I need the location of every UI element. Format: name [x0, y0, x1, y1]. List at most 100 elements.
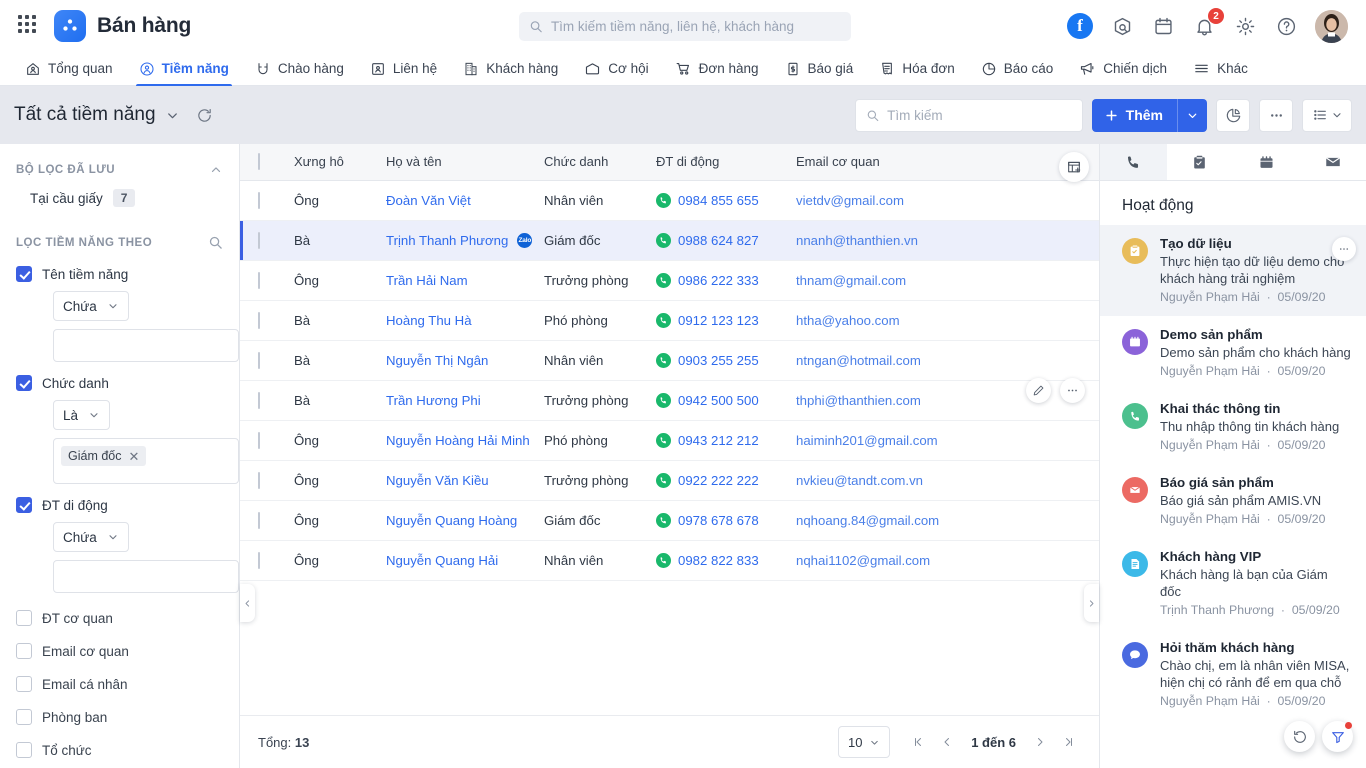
- email-link[interactable]: nnanh@thanthien.vn: [796, 233, 918, 248]
- list-view-button[interactable]: [1302, 98, 1352, 132]
- app-logo[interactable]: [54, 10, 86, 42]
- nav-tab-tiem-nang[interactable]: Tiềm năng: [126, 52, 242, 86]
- row-checkbox[interactable]: [258, 351, 260, 369]
- row-checkbox[interactable]: [258, 191, 260, 209]
- saved-filter-item[interactable]: Tại cầu giấy 7: [16, 180, 223, 216]
- lead-name-link[interactable]: Nguyễn Thị Ngân: [386, 353, 488, 368]
- bell-icon[interactable]: 2: [1192, 8, 1224, 38]
- column-header-email[interactable]: Email cơ quan: [788, 144, 1055, 181]
- filter-checkbox[interactable]: [16, 266, 32, 282]
- global-search[interactable]: [519, 12, 851, 41]
- nav-tab-bao-cao[interactable]: Báo cáo: [968, 52, 1067, 85]
- phone-link[interactable]: 0912 123 123: [678, 313, 759, 328]
- filter-value-input-2[interactable]: [53, 560, 239, 593]
- filter-operator-select-2[interactable]: Chứa: [53, 522, 129, 552]
- phone-link[interactable]: 0922 222 222: [678, 473, 759, 488]
- tab-calls[interactable]: [1100, 144, 1167, 180]
- nav-tab-chien-dich[interactable]: Chiến dịch: [1066, 52, 1180, 85]
- filter-option-email-co-quan[interactable]: Email cơ quan: [16, 643, 223, 659]
- lead-name-link[interactable]: Nguyễn Văn Kiều: [386, 473, 489, 488]
- filter-checkbox[interactable]: [16, 742, 32, 758]
- filter-operator-select-0[interactable]: Chứa: [53, 291, 129, 321]
- lead-name-link[interactable]: Đoàn Văn Việt: [386, 193, 471, 208]
- table-row[interactable]: Ông Nguyễn Văn Kiều Trưởng phòng 0922 222 2…: [240, 460, 1099, 501]
- phone-link[interactable]: 0984 855 655: [678, 193, 759, 208]
- phone-link[interactable]: 0978 678 678: [678, 513, 759, 528]
- activity-item[interactable]: Báo giá sản phẩm Báo giá sản phẩm AMIS.VN…: [1100, 464, 1366, 538]
- filter-checkbox[interactable]: [16, 709, 32, 725]
- nav-tab-co-hoi[interactable]: Cơ hội: [571, 52, 661, 85]
- column-header-name[interactable]: Họ và tên: [378, 144, 536, 181]
- nav-tab-khach-hang[interactable]: Khách hàng: [450, 52, 571, 85]
- add-dropdown-button[interactable]: [1177, 98, 1207, 132]
- edit-row-button[interactable]: [1026, 378, 1051, 403]
- collapse-filters-handle[interactable]: [240, 584, 255, 622]
- chart-button[interactable]: [1216, 98, 1250, 132]
- filter-option-email-ca-nhan[interactable]: Email cá nhân: [16, 676, 223, 692]
- activity-more-button[interactable]: [1332, 237, 1356, 261]
- list-search[interactable]: [854, 98, 1083, 132]
- package-search-icon[interactable]: [1110, 14, 1134, 38]
- column-header-title[interactable]: Chức danh: [536, 144, 648, 181]
- row-checkbox[interactable]: [258, 511, 260, 529]
- global-search-input[interactable]: [550, 19, 841, 34]
- collapse-activity-handle[interactable]: [1084, 584, 1099, 622]
- filter-option-to-chuc[interactable]: Tổ chức: [16, 742, 223, 758]
- column-header-phone[interactable]: ĐT di động: [648, 144, 788, 181]
- row-checkbox[interactable]: [258, 391, 260, 409]
- filter-group-chuc-danh[interactable]: Chức danh: [16, 375, 223, 391]
- add-button[interactable]: Thêm: [1092, 99, 1177, 132]
- tab-tasks[interactable]: [1167, 144, 1234, 180]
- lead-name-link[interactable]: Nguyễn Quang Hải: [386, 553, 498, 568]
- phone-link[interactable]: 0903 255 255: [678, 353, 759, 368]
- gear-icon[interactable]: [1233, 14, 1257, 38]
- filter-checkbox[interactable]: [16, 676, 32, 692]
- row-more-button[interactable]: [1060, 378, 1085, 403]
- filter-option-dt-co-quan[interactable]: ĐT cơ quan: [16, 610, 223, 626]
- activity-item[interactable]: Demo sản phẩm Demo sản phẩm cho khách hàn…: [1100, 316, 1366, 390]
- email-link[interactable]: nqhoang.84@gmail.com: [796, 513, 939, 528]
- last-page-button[interactable]: [1057, 727, 1081, 757]
- phone-link[interactable]: 0942 500 500: [678, 393, 759, 408]
- prev-page-button[interactable]: [935, 727, 959, 757]
- filter-option-phong-ban[interactable]: Phòng ban: [16, 709, 223, 725]
- filter-checkbox[interactable]: [16, 375, 32, 391]
- table-row[interactable]: Ông Nguyễn Hoàng Hải Minh Phó phòng 0943 21…: [240, 420, 1099, 461]
- table-row[interactable]: Ông Nguyễn Quang Hoàng Giám đốc 0978 678 67…: [240, 500, 1099, 541]
- nav-tab-lien-he[interactable]: Liên hệ: [357, 52, 450, 85]
- email-link[interactable]: thphi@thanthien.com: [796, 393, 921, 408]
- page-title-dropdown[interactable]: [165, 108, 180, 123]
- refresh-button[interactable]: [196, 107, 213, 124]
- nav-tab-tong-quan[interactable]: Tổng quan: [12, 52, 126, 85]
- more-button[interactable]: [1259, 98, 1293, 132]
- email-link[interactable]: ntngan@hotmail.com: [796, 353, 921, 368]
- filter-tag[interactable]: Giám đốc ✕: [61, 446, 147, 466]
- calendar-icon[interactable]: [1151, 14, 1175, 38]
- first-page-button[interactable]: [906, 727, 930, 757]
- row-checkbox[interactable]: [258, 271, 260, 289]
- activity-item[interactable]: Khách hàng VIP Khách hàng là bạn của Giám…: [1100, 538, 1366, 629]
- history-button[interactable]: [1284, 721, 1315, 752]
- phone-link[interactable]: 0986 222 333: [678, 273, 759, 288]
- page-size-select[interactable]: 10: [838, 726, 891, 758]
- table-row[interactable]: Bà Nguyễn Thị Ngân Nhân viên 0903 255 255 nt…: [240, 340, 1099, 381]
- lead-name-link[interactable]: Nguyễn Hoàng Hải Minh: [386, 433, 530, 448]
- apps-grid-icon[interactable]: [18, 15, 40, 37]
- nav-tab-khac[interactable]: Khác: [1180, 52, 1261, 85]
- lead-name-link[interactable]: Trần Hải Nam: [386, 273, 468, 288]
- filter-value-input-0[interactable]: [53, 329, 239, 362]
- facebook-icon[interactable]: f: [1067, 13, 1093, 39]
- nav-tab-hoa-don[interactable]: Hóa đơn: [866, 52, 967, 85]
- activity-item[interactable]: Tạo dữ liệu Thực hiện tạo dữ liệu demo ch…: [1100, 225, 1366, 316]
- table-row[interactable]: Ông Đoàn Văn Việt Nhân viên 0984 855 655 vie…: [240, 180, 1099, 221]
- table-row[interactable]: Bà Trần Hương Phi Trưởng phòng 0942 500 500…: [240, 380, 1099, 421]
- next-page-button[interactable]: [1028, 727, 1052, 757]
- activity-item[interactable]: Hỏi thăm khách hàng Chào chị, em là nhân …: [1100, 629, 1366, 720]
- activity-item[interactable]: Khai thác thông tin Thu nhập thông tin kh…: [1100, 390, 1366, 464]
- row-checkbox[interactable]: [258, 231, 260, 249]
- collapse-saved-filters-button[interactable]: [209, 163, 223, 177]
- column-header-salutation[interactable]: Xưng hô: [286, 144, 378, 181]
- nav-tab-don-hang[interactable]: Đơn hàng: [662, 52, 772, 85]
- email-link[interactable]: thnam@gmail.com: [796, 273, 906, 288]
- filter-button[interactable]: [1322, 721, 1353, 752]
